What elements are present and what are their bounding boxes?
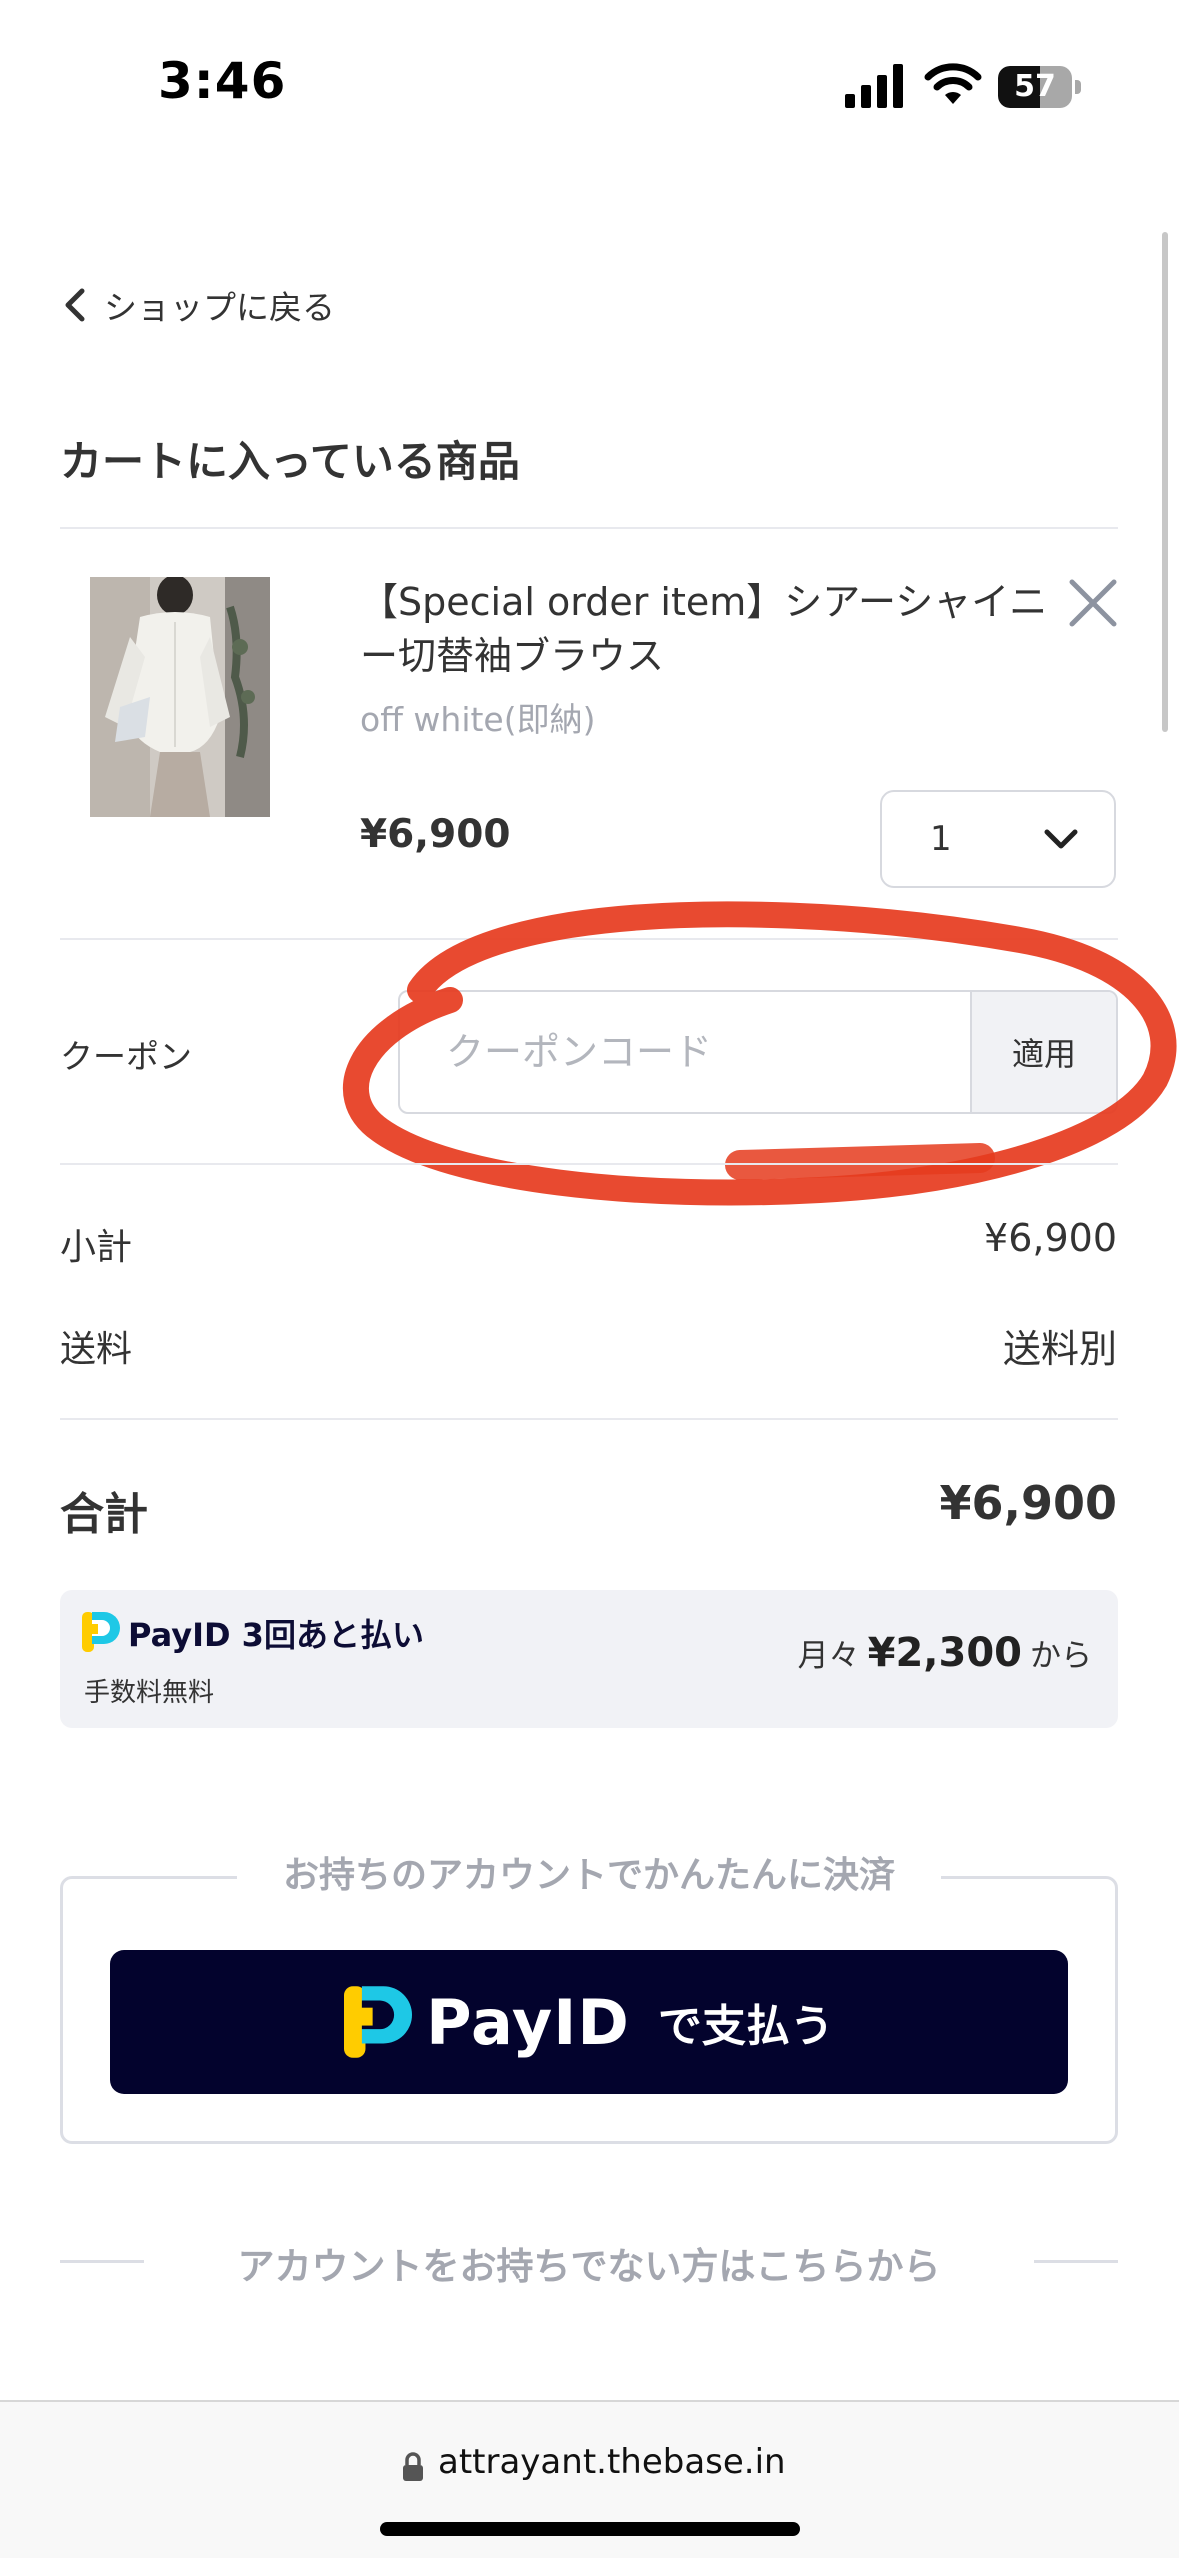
product-name[interactable]: 【Special order item】シアーシャイニー切替袖ブラウス [360, 575, 1060, 683]
total-label: 合計 [60, 1489, 148, 1540]
back-to-shop-link[interactable]: ショップに戻る [60, 280, 335, 330]
payid-installment-banner[interactable]: PayID 3回あと払い 手数料無料 月々 ¥2,300 から [60, 1590, 1118, 1728]
product-price: ¥6,900 [360, 812, 511, 857]
page-title: カートに入っている商品 [60, 437, 520, 486]
payid-fee-note: 手数料無料 [84, 1678, 215, 1708]
account-heading-text: お持ちのアカウントでかんたんに決済 [236, 1855, 941, 1896]
total-value: ¥6,900 [939, 1476, 1117, 1530]
browser-address-bar[interactable]: attrayant.thebase.in [0, 2400, 1179, 2558]
guest-checkout-heading: アカウントをお持ちでない方はこちらから [237, 2245, 941, 2288]
payid-logo-icon [82, 1612, 120, 1652]
monthly-suffix: から [1030, 1638, 1092, 1674]
battery-indicator: 57 [998, 66, 1082, 108]
coupon-label: クーポン [60, 1037, 192, 1076]
subtotal-value: ¥6,900 [984, 1216, 1117, 1260]
product-variant: off white(即納) [360, 700, 596, 739]
payid-pay-button[interactable]: PayID で支払う [110, 1950, 1068, 2094]
payid-brand-label: PayID [426, 1985, 630, 2059]
quantity-select[interactable]: 1 [880, 790, 1116, 888]
coupon-field-group: 適用 [398, 990, 1118, 1114]
divider [60, 1418, 1118, 1420]
home-indicator[interactable] [380, 2522, 800, 2536]
url-text[interactable]: attrayant.thebase.in [438, 2442, 786, 2482]
payid-logo-icon [344, 1986, 413, 2058]
monthly-prefix: 月々 [797, 1638, 860, 1674]
payid-installment-title: PayID 3回あと払い [128, 1616, 424, 1654]
status-time: 3:46 [158, 52, 287, 110]
apply-coupon-button[interactable]: 適用 [970, 992, 1116, 1112]
subtotal-label: 小計 [60, 1227, 133, 1268]
battery-level: 57 [1014, 69, 1056, 104]
page-scrollbar[interactable] [1162, 232, 1168, 732]
signal-icon [845, 64, 903, 108]
quantity-value: 1 [930, 819, 952, 859]
monthly-amount: ¥2,300 [867, 1630, 1022, 1676]
chevron-down-icon [1044, 829, 1078, 849]
product-image[interactable] [90, 577, 270, 817]
chevron-left-icon [65, 288, 85, 322]
wifi-icon [924, 63, 982, 104]
close-icon[interactable] [1064, 574, 1122, 632]
coupon-code-input[interactable] [400, 992, 970, 1112]
lock-icon [403, 2452, 423, 2481]
shipping-label: 送料 [60, 1329, 133, 1370]
back-link-label: ショップに戻る [104, 288, 335, 327]
payid-monthly-amount: 月々 ¥2,300 から [798, 1630, 1092, 1676]
divider [60, 938, 1118, 940]
account-payment-heading: お持ちのアカウントでかんたんに決済 [60, 1846, 1118, 1898]
shipping-value: 送料別 [1002, 1327, 1117, 1371]
divider [60, 1163, 1118, 1165]
divider [60, 527, 1118, 529]
payid-pay-label: で支払う [657, 2001, 834, 2052]
